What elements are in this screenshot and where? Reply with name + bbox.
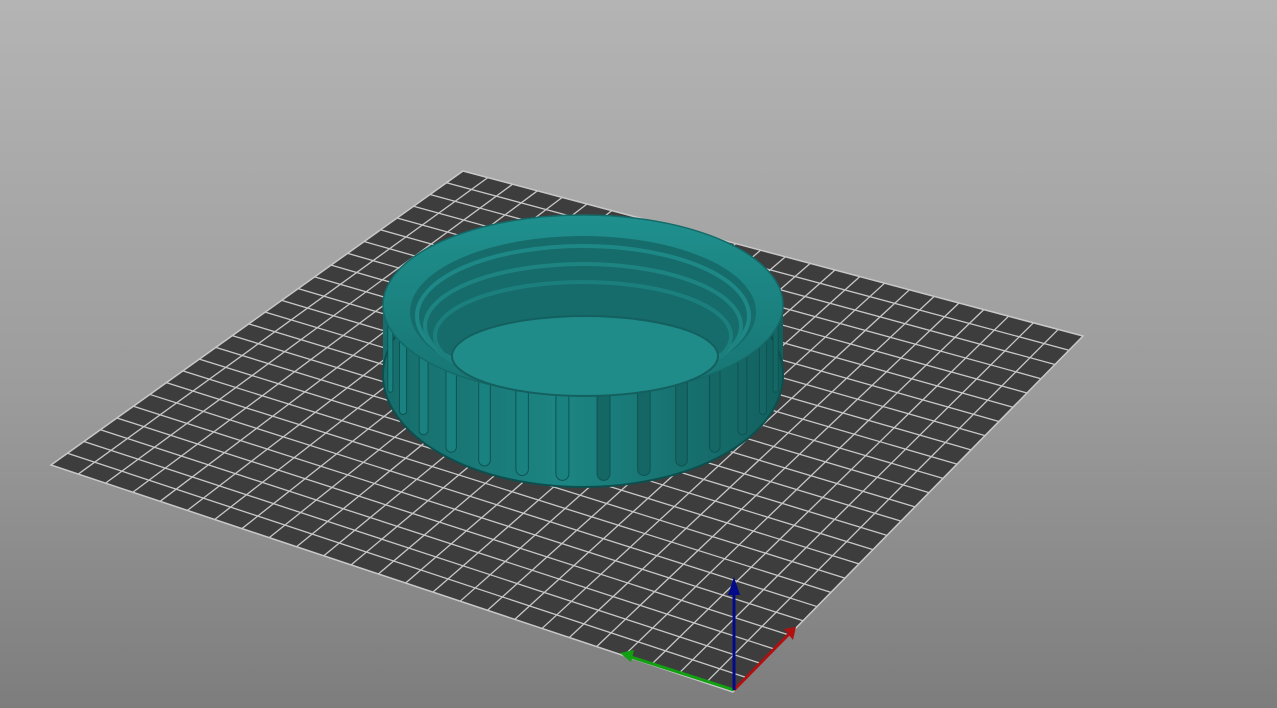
3d-viewport[interactable]	[0, 0, 1277, 708]
cap-model[interactable]	[382, 214, 784, 488]
cap-inner-floor	[451, 315, 719, 397]
